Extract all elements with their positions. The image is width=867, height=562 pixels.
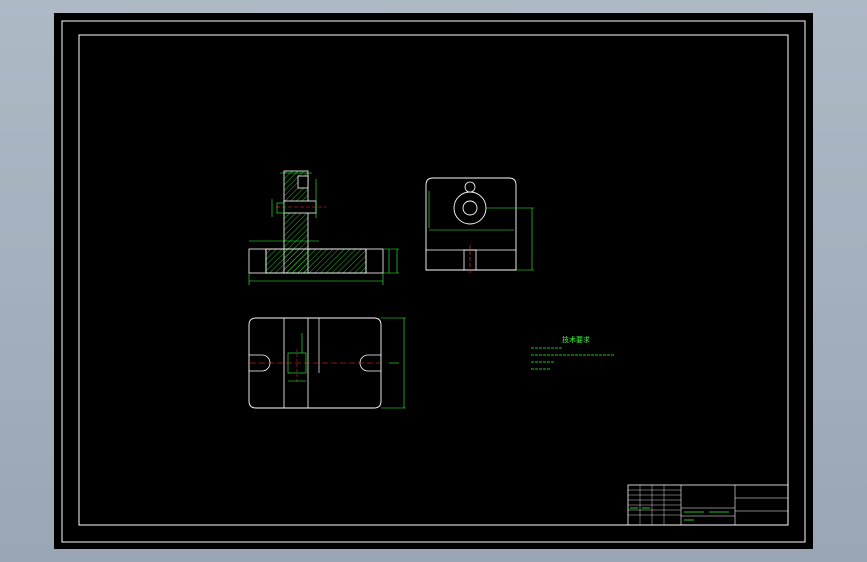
side-view[interactable] bbox=[425, 177, 534, 273]
drawing-canvas[interactable]: 技术要求 bbox=[54, 13, 813, 549]
title-block[interactable] bbox=[627, 484, 789, 526]
sheet-inner-border bbox=[78, 34, 789, 526]
sheet-outer-border bbox=[61, 20, 806, 543]
cad-viewport[interactable]: 技术要求 bbox=[54, 13, 813, 549]
notes-title: 技术要求 bbox=[562, 335, 590, 344]
technical-requirements: 技术要求 bbox=[531, 335, 614, 370]
front-section-view[interactable] bbox=[248, 170, 399, 285]
top-view[interactable] bbox=[248, 317, 406, 409]
